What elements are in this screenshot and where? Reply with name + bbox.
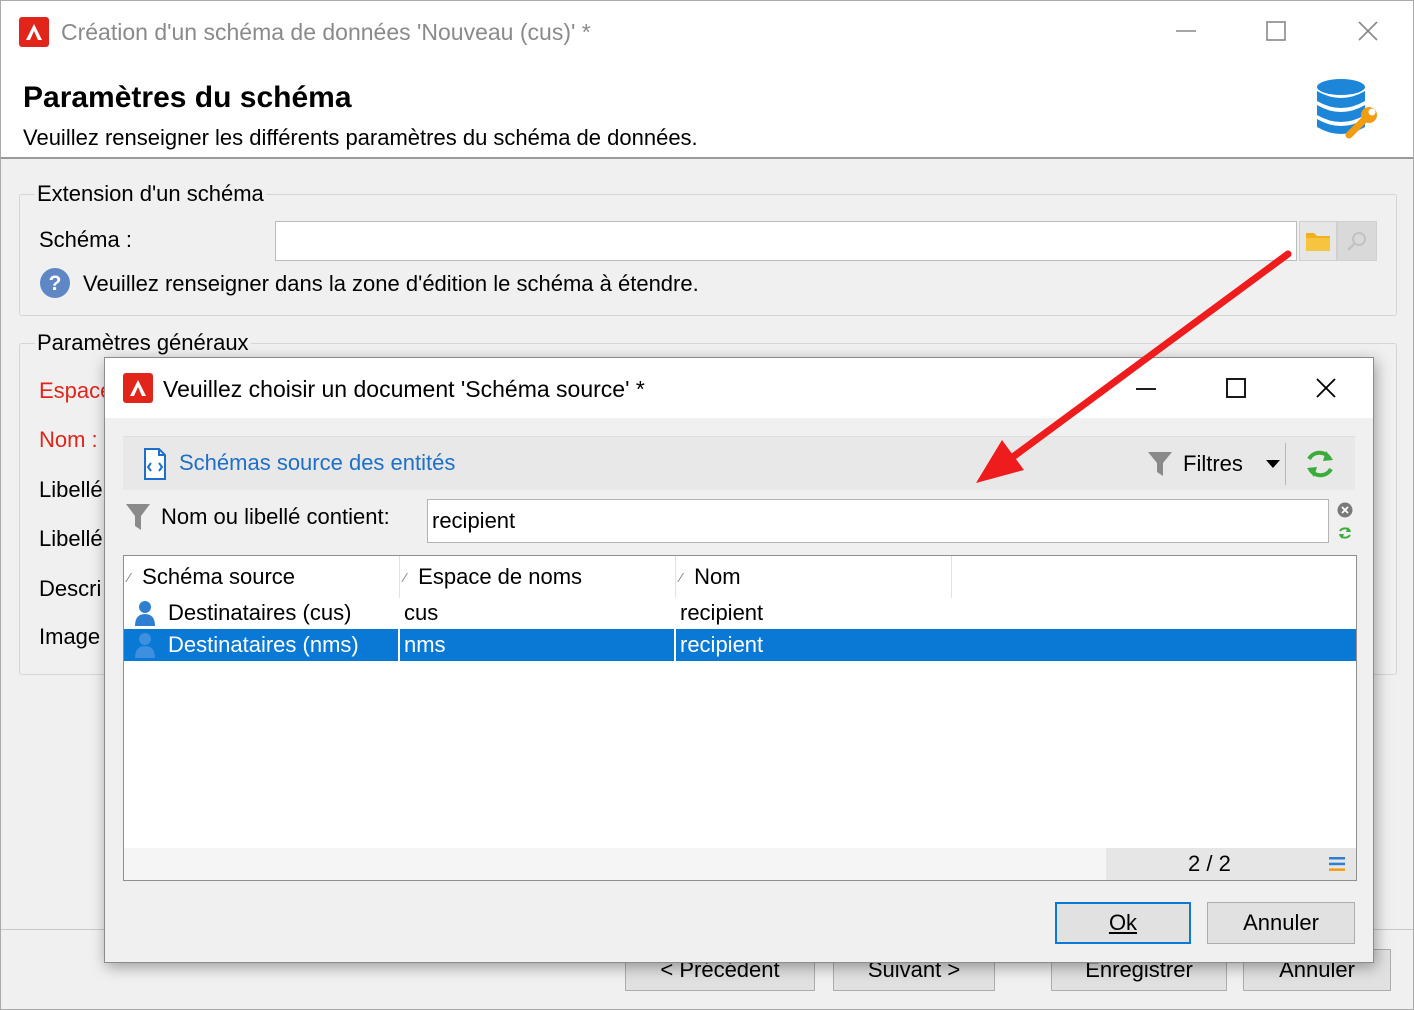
schema-hint: Veuillez renseigner dans la zone d'éditi… — [83, 271, 699, 296]
dialog-cancel-button[interactable]: Annuler — [1207, 902, 1355, 944]
minimize-icon[interactable] — [1121, 368, 1171, 408]
toolbar-separator — [1285, 443, 1286, 485]
dialog-title: Veuillez choisir un document 'Schéma sou… — [163, 376, 645, 402]
svg-text:?: ? — [49, 272, 62, 295]
filters-button[interactable]: Filtres — [1147, 445, 1281, 483]
dialog-titlebar: Veuillez choisir un document 'Schéma sou… — [105, 358, 1373, 418]
schema-input[interactable] — [275, 221, 1297, 261]
schema-label: Schéma : — [39, 227, 132, 252]
page-subtitle: Veuillez renseigner les différents param… — [23, 125, 698, 150]
maximize-icon[interactable] — [1251, 11, 1301, 51]
close-icon[interactable] — [1301, 368, 1351, 408]
filter-icon — [1148, 452, 1172, 476]
column-header-namespace[interactable]: ⁄ Espace de noms — [400, 556, 676, 598]
database-wrench-icon — [1317, 79, 1377, 139]
adobe-logo-icon — [123, 373, 153, 403]
cell-namespace: nms — [400, 629, 674, 661]
ok-button-label: Ok — [1108, 910, 1138, 935]
refresh-icon[interactable] — [1337, 525, 1353, 541]
filter-icon — [126, 504, 150, 530]
ok-button[interactable]: Ok — [1055, 902, 1191, 944]
dropdown-arrow-icon — [1265, 460, 1280, 468]
maximize-icon[interactable] — [1211, 368, 1261, 408]
cell-source: Destinataires (nms) — [124, 629, 398, 661]
label2-field-label: Libellé — [39, 526, 103, 551]
main-window-title: Création d'un schéma de données 'Nouveau… — [61, 19, 591, 45]
search-icon[interactable] — [1337, 221, 1377, 261]
grid-header: ⁄ Schéma source ⁄ Espace de noms ⁄ Nom — [124, 556, 1356, 598]
cell-name: recipient — [680, 600, 764, 625]
entity-source-schemas-link[interactable]: Schémas source des entités — [179, 450, 455, 476]
clear-icon[interactable] — [1337, 502, 1353, 518]
adobe-logo-icon — [19, 17, 49, 47]
cell-name: recipient — [676, 629, 1356, 661]
name-label: Nom : — [39, 427, 98, 452]
record-count: 2 / 2 — [1188, 851, 1231, 876]
column-header-name-label: Nom — [694, 564, 741, 589]
help-icon: ? — [39, 267, 71, 299]
description-label: Descri — [39, 576, 102, 601]
table-row[interactable]: Destinataires (nms) nms recipient — [124, 629, 1356, 661]
choose-document-dialog: Veuillez choisir un document 'Schéma sou… — [104, 357, 1374, 963]
namespace-label: Espace — [39, 378, 113, 403]
grid-footer: 2 / 2 — [124, 848, 1356, 880]
label-field-label: Libellé — [39, 477, 103, 502]
column-header-source[interactable]: ⁄ Schéma source — [124, 556, 400, 598]
filter-input[interactable]: recipient — [427, 499, 1329, 543]
minimize-icon[interactable] — [1161, 11, 1211, 51]
column-header-namespace-label: Espace de noms — [418, 564, 583, 589]
cell-namespace: cus — [404, 600, 439, 625]
cell-source-label: Destinataires (nms) — [168, 632, 359, 657]
main-titlebar: Création d'un schéma de données 'Nouveau… — [1, 1, 1413, 63]
header-separator — [1, 157, 1413, 159]
page-title: Paramètres du schéma — [23, 81, 352, 114]
wizard-header: Paramètres du schéma Veuillez renseigner… — [1, 63, 1413, 159]
general-group-legend: Paramètres généraux — [35, 330, 251, 356]
column-header-source-label: Schéma source — [142, 564, 296, 589]
extension-group-legend: Extension d'un schéma — [35, 181, 266, 207]
close-icon[interactable] — [1343, 11, 1393, 51]
user-icon — [135, 601, 155, 626]
filter-label: Nom ou libellé contient: — [161, 504, 390, 529]
column-header-name[interactable]: ⁄ Nom — [676, 556, 952, 598]
refresh-icon[interactable] — [1303, 447, 1337, 481]
filters-label: Filtres — [1183, 451, 1243, 476]
dialog-toolbar: Schémas source des entités Filtres — [123, 436, 1355, 490]
cell-source-label: Destinataires (cus) — [168, 600, 352, 625]
cell-source: Destinataires (cus) — [124, 597, 400, 629]
grid-footer-status — [1106, 848, 1356, 880]
list-icon[interactable] — [1328, 855, 1346, 873]
image-label: Image — [39, 624, 101, 649]
user-icon — [135, 633, 155, 658]
document-icon — [144, 448, 166, 480]
results-grid: ⁄ Schéma source ⁄ Espace de noms ⁄ Nom Dest… — [123, 555, 1357, 881]
folder-icon[interactable] — [1299, 221, 1337, 261]
table-row[interactable]: Destinataires (cus) cus recipient — [124, 597, 1356, 629]
